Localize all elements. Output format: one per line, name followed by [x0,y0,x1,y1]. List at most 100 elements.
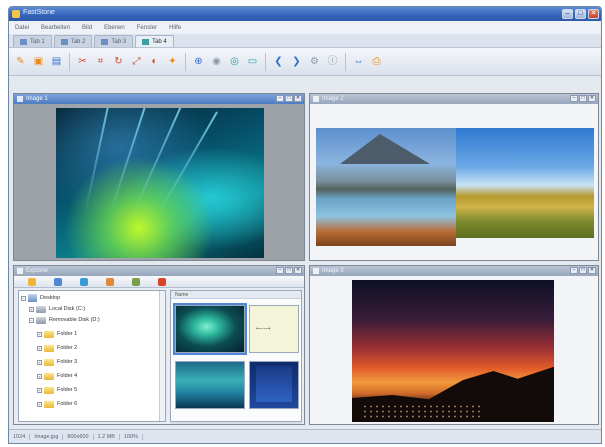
crop-icon[interactable]: ⌗ [93,54,108,69]
image-pane-3[interactable]: Image 3 – □ ✕ [309,265,599,425]
pane-maximize-button[interactable]: □ [579,95,587,102]
tree-item[interactable]: + Folder 4 [37,371,77,381]
pane-close-button[interactable]: ✕ [588,267,596,274]
view-icon[interactable] [80,277,88,286]
prev-icon[interactable]: ❮ [271,54,286,69]
tree-item[interactable]: + Folder 3 [37,357,77,367]
image-pane-2[interactable]: Image 2 – □ ✕ [309,93,599,261]
doc-tab[interactable]: Tab 2 [53,35,93,47]
thumbnail-panel[interactable]: Name ⟵⟶ [170,290,302,422]
expand-icon[interactable]: + [37,373,42,379]
pane-controls: – □ ✕ [570,95,596,102]
tree-item[interactable]: + Folder 5 [37,385,77,395]
image-icon [60,38,68,45]
actual-size-icon[interactable]: ◎ [227,54,242,69]
pane-maximize-button[interactable]: □ [285,267,293,274]
menu-item[interactable]: Fenster [137,25,157,31]
folder-up-icon[interactable] [28,277,36,286]
info-icon[interactable]: ⓘ [325,54,340,69]
tree-item[interactable]: − Removable Disk (D:) [29,315,100,325]
compare-icon[interactable]: ⇔ [351,54,366,69]
expand-icon[interactable]: + [37,331,42,337]
collapse-icon[interactable]: − [21,295,26,301]
doc-tab[interactable]: Tab 3 [94,35,134,47]
delete-icon[interactable] [158,277,166,286]
pane-title-bar[interactable]: Image 1 – □ ✕ [14,94,304,104]
menu-bar: Datei Bearbeiten Bild Ebenen Fenster Hil… [9,21,601,34]
doc-tab[interactable]: Tab 1 [13,35,52,47]
folder-icon [44,400,54,408]
open-icon[interactable]: ✎ [13,54,28,69]
tree-item[interactable]: + Local Disk (C:) [29,304,85,314]
minimize-button[interactable]: – [562,9,573,19]
menu-item[interactable]: Hilfe [169,25,181,31]
pane-minimize-button[interactable]: – [570,267,578,274]
tree-scrollbar[interactable] [159,291,165,421]
menu-item[interactable]: Datei [15,25,29,31]
pane-close-button[interactable]: ✕ [294,95,302,102]
doc-tab-active[interactable]: Tab 4 [135,35,174,47]
menu-item[interactable]: Ebenen [104,25,125,31]
title-bar[interactable]: FastStone – □ ✕ [9,7,601,21]
settings-icon[interactable]: ⚙ [307,54,322,69]
thumbnail-water[interactable] [175,361,245,409]
close-button[interactable]: ✕ [588,9,599,19]
doc-tab-label: Tab 2 [70,38,86,45]
pane-minimize-button[interactable]: – [276,267,284,274]
explorer-pane[interactable]: Explorer – □ ✕ − Desktop + Local Disk (C:)… [13,265,305,425]
pane-close-button[interactable]: ✕ [294,267,302,274]
menu-item[interactable]: Bearbeiten [41,25,70,31]
thumbnail-header[interactable]: Name [171,291,301,299]
pane-close-button[interactable]: ✕ [588,95,596,102]
pane-title-bar[interactable]: Explorer – □ ✕ [14,266,304,276]
folder-tree[interactable]: − Desktop + Local Disk (C:) − Removable Dis… [18,290,166,422]
filter-icon[interactable] [132,277,140,286]
expand-icon[interactable]: + [37,359,42,365]
zoom-icon[interactable]: ⊕ [191,54,206,69]
maximize-button[interactable]: □ [575,9,586,19]
rotate-icon[interactable]: ↻ [111,54,126,69]
thumbnail-aurora[interactable] [173,303,247,355]
expand-icon[interactable]: + [37,401,42,407]
print-icon[interactable]: ⎙ [369,54,384,69]
menu-item[interactable]: Bild [82,25,92,31]
pane-title: Explorer [26,268,49,274]
pane-title-bar[interactable]: Image 3 – □ ✕ [310,266,598,276]
aurora-streak [107,108,147,220]
pane-minimize-button[interactable]: – [570,95,578,102]
resize-icon[interactable]: ⤢ [129,54,144,69]
next-icon[interactable]: ❯ [289,54,304,69]
image-icon [20,38,27,45]
fullscreen-icon[interactable]: ▭ [245,54,260,69]
cut-icon[interactable]: ✂ [75,54,90,69]
pane-maximize-button[interactable]: □ [579,267,587,274]
tree-label: Folder 2 [57,345,78,351]
effects-icon[interactable]: ✦ [165,54,180,69]
pane-minimize-button[interactable]: – [276,95,284,102]
expand-icon[interactable]: + [29,306,34,312]
tree-label: Folder 3 [57,359,78,365]
thumbnail-note[interactable]: ⟵⟶ [249,305,299,353]
tree-item[interactable]: + Folder 2 [37,343,77,353]
fit-icon[interactable]: ◉ [209,54,224,69]
field-image [456,128,594,238]
aurora-streak [83,108,111,217]
browse-icon[interactable]: ▣ [31,54,46,69]
expand-icon[interactable]: + [37,345,42,351]
document-tabs: Tab 1 Tab 2 Tab 3 Tab 4 [9,34,601,48]
tree-item[interactable]: − Desktop [21,293,60,303]
color-icon[interactable]: ◐ [147,54,162,69]
thumbnail-blue[interactable] [249,361,299,409]
pane-maximize-button[interactable]: □ [285,95,293,102]
sort-icon[interactable] [106,277,114,286]
pane-title-bar[interactable]: Image 2 – □ ✕ [310,94,598,104]
tree-item[interactable]: + Folder 1 [37,329,77,339]
save-icon[interactable]: ▤ [49,54,64,69]
refresh-icon[interactable] [54,277,62,286]
thumbnail-scrollbar[interactable] [170,422,302,424]
expand-icon[interactable]: + [37,387,42,393]
image-pane-1[interactable]: Image 1 – □ ✕ [13,93,305,261]
collapse-icon[interactable]: − [29,317,34,323]
pane-controls: – □ ✕ [570,267,596,274]
tree-item[interactable]: + Folder 6 [37,399,77,409]
